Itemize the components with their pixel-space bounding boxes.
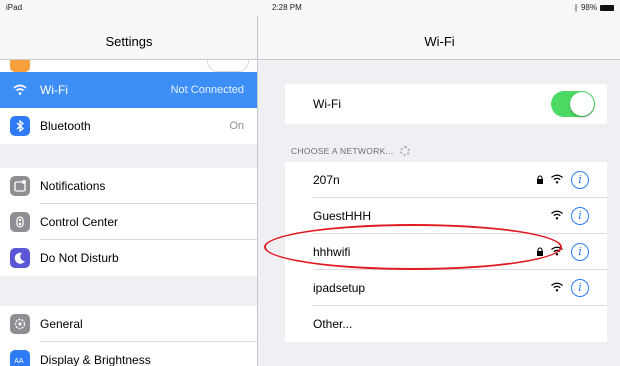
network-name: ipadsetup: [313, 281, 366, 295]
settings-header: Settings: [0, 16, 257, 60]
network-name: GuestHHH: [313, 209, 372, 223]
sidebar-item-label: Wi-Fi: [40, 83, 68, 97]
sidebar-item-label: Bluetooth: [40, 119, 91, 133]
network-row-ipadsetup[interactable]: ipadsetup i: [285, 270, 607, 306]
wifi-signal-icon: [551, 246, 563, 256]
notifications-icon: [10, 176, 30, 196]
battery-percent: 98%: [580, 3, 597, 12]
lock-icon: [537, 247, 543, 256]
wifi-header: Wi-Fi: [259, 16, 620, 60]
battery-indicator: ∦ 98%: [574, 3, 614, 12]
display-brightness-icon: AA: [10, 350, 30, 366]
network-row-207n[interactable]: 207n i: [285, 162, 607, 198]
network-row-hhhwifi[interactable]: hhhwifi i: [285, 234, 607, 270]
battery-icon: [600, 4, 614, 11]
sidebar-item-bluetooth[interactable]: Bluetooth On: [0, 108, 257, 144]
svg-text:AA: AA: [14, 358, 24, 365]
sidebar-item-display-brightness[interactable]: AA Display & Brightness: [0, 342, 257, 366]
sidebar-item-label: Notifications: [40, 179, 106, 193]
sidebar-item-general[interactable]: General: [0, 306, 257, 342]
sidebar-item-label: Display & Brightness: [40, 353, 151, 366]
network-name: Other...: [313, 317, 353, 331]
info-icon[interactable]: i: [571, 171, 589, 189]
sidebar-item-value: Not Connected: [170, 84, 244, 96]
toggle-knob: [570, 92, 594, 116]
section-label: CHOOSE A NETWORK...: [291, 146, 394, 156]
sidebar-item-notifications[interactable]: Notifications: [0, 168, 257, 204]
sidebar-item-value: On: [229, 120, 244, 132]
sidebar-item-airplane-partial[interactable]: [0, 60, 257, 72]
wifi-signal-icon: [551, 210, 563, 220]
settings-sidebar: Settings Wi-Fi Not Connected Bluetooth O…: [0, 16, 258, 366]
sidebar-item-do-not-disturb[interactable]: Do Not Disturb: [0, 240, 257, 276]
gear-icon: [10, 314, 30, 334]
wifi-toggle-label: Wi-Fi: [313, 97, 341, 111]
wifi-signal-icon: [551, 282, 563, 292]
status-bar: iPad 2:28 PM ∦ 98%: [0, 0, 620, 16]
wifi-icon: [10, 80, 30, 100]
sidebar-item-control-center[interactable]: Control Center: [0, 204, 257, 240]
info-icon[interactable]: i: [571, 279, 589, 297]
sidebar-item-label: Control Center: [40, 215, 119, 229]
control-center-icon: [10, 212, 30, 232]
network-list: 207n i GuestHHH i hhhwifi i ipadsetup i: [285, 162, 607, 342]
wifi-title: Wi-Fi: [424, 34, 455, 49]
choose-network-header: CHOOSE A NETWORK...: [291, 146, 410, 156]
info-icon[interactable]: i: [571, 243, 589, 261]
network-name: 207n: [313, 173, 340, 187]
sidebar-item-wifi[interactable]: Wi-Fi Not Connected: [0, 72, 257, 108]
wifi-toggle-row: Wi-Fi: [285, 84, 607, 124]
airplane-icon: [10, 60, 30, 72]
moon-icon: [10, 248, 30, 268]
network-name: hhhwifi: [313, 245, 351, 259]
clock: 2:28 PM: [272, 3, 302, 12]
info-icon[interactable]: i: [571, 207, 589, 225]
sidebar-item-label: General: [40, 317, 83, 331]
loading-spinner-icon: [399, 146, 410, 156]
wifi-toggle-switch[interactable]: [551, 91, 595, 117]
airplane-toggle[interactable]: [207, 60, 249, 72]
settings-title: Settings: [105, 34, 153, 49]
sidebar-item-label: Do Not Disturb: [40, 251, 119, 265]
device-name: iPad: [6, 3, 23, 12]
lock-icon: [537, 175, 543, 184]
wifi-signal-icon: [551, 174, 563, 184]
bluetooth-status-icon: ∦: [573, 3, 578, 12]
bluetooth-icon: [10, 116, 30, 136]
wifi-detail-pane: Wi-Fi Wi-Fi CHOOSE A NETWORK... 207n i G…: [259, 16, 620, 366]
network-row-other[interactable]: Other...: [285, 306, 607, 342]
network-row-guesthhh[interactable]: GuestHHH i: [285, 198, 607, 234]
